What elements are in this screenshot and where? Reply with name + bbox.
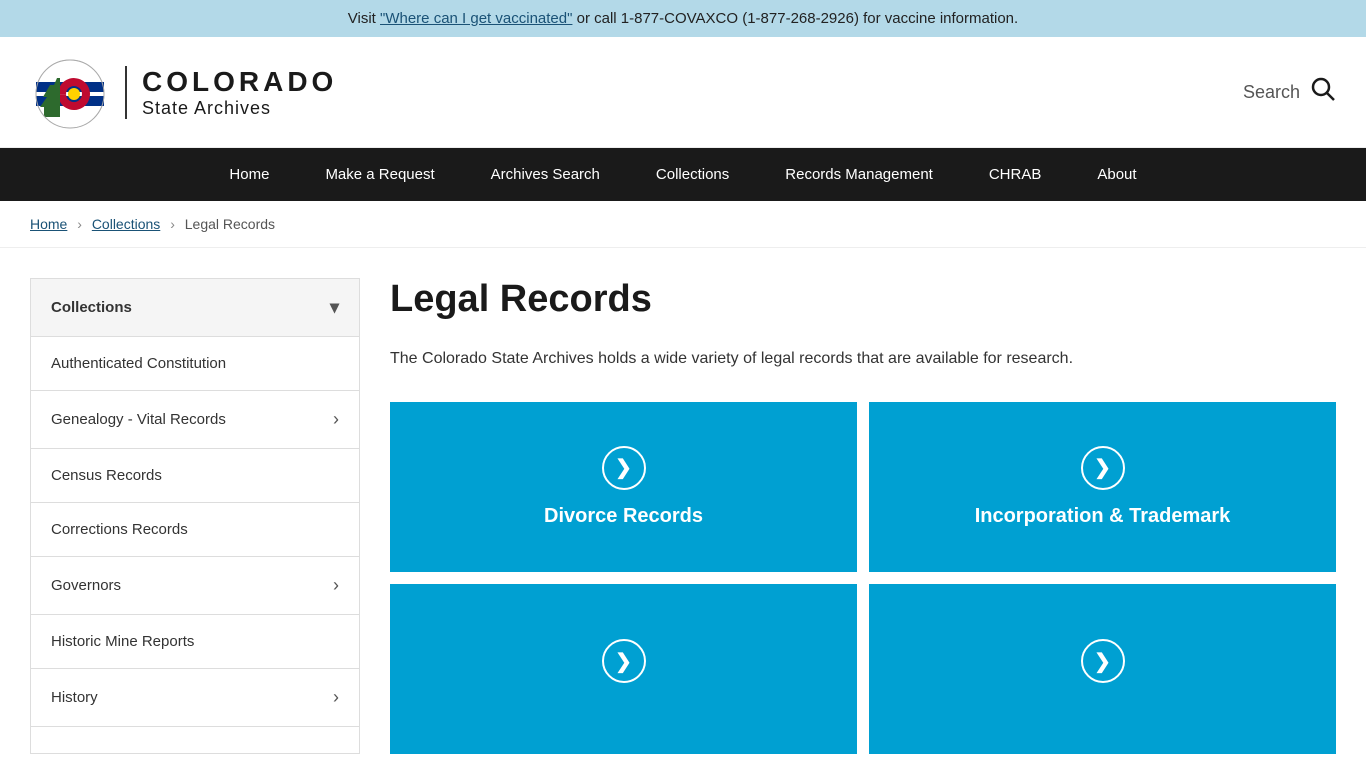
breadcrumb: Home › Collections › Legal Records xyxy=(0,201,1366,248)
cards-grid: ❯ Divorce Records ❯ Incorporation & Trad… xyxy=(390,402,1336,754)
sidebar-item-corrections[interactable]: Corrections Records xyxy=(31,503,359,557)
archives-label: State Archives xyxy=(142,98,337,119)
breadcrumb-current: Legal Records xyxy=(185,216,275,232)
search-label: Search xyxy=(1243,82,1300,103)
banner-text-after: or call 1-877-COVAXCO (1-877-268-2926) f… xyxy=(577,10,1019,27)
card-arrow-divorce: ❯ xyxy=(602,446,646,490)
site-header: COLORADO State Archives Search xyxy=(0,37,1366,148)
breadcrumb-collections[interactable]: Collections xyxy=(92,216,160,232)
sidebar-link-census[interactable]: Census Records xyxy=(31,449,359,502)
main-navigation: Home Make a Request Archives Search Coll… xyxy=(0,148,1366,201)
sidebar-link-authenticated-constitution[interactable]: Authenticated Constitution xyxy=(31,337,359,390)
breadcrumb-separator-2: › xyxy=(170,216,175,232)
page-title: Legal Records xyxy=(390,278,1336,321)
sidebar-link-genealogy[interactable]: Genealogy - Vital Records › xyxy=(31,391,359,448)
card-arrow-4: ❯ xyxy=(1081,639,1125,683)
card-arrow-3: ❯ xyxy=(602,639,646,683)
sidebar-item-governors[interactable]: Governors › xyxy=(31,557,359,615)
nav-home[interactable]: Home xyxy=(201,148,297,201)
sidebar-history-label: History xyxy=(51,689,98,706)
sidebar-link-mine-reports[interactable]: Historic Mine Reports xyxy=(31,615,359,668)
sidebar-item-authenticated-constitution[interactable]: Authenticated Constitution xyxy=(31,337,359,391)
card-3[interactable]: ❯ xyxy=(390,584,857,754)
chevron-right-icon-history: › xyxy=(333,687,339,708)
card-divorce-records[interactable]: ❯ Divorce Records xyxy=(390,402,857,572)
content-area: Collections ▾ Authenticated Constitution… xyxy=(0,248,1366,784)
sidebar-link-history[interactable]: History › xyxy=(31,669,359,726)
top-banner: Visit "Where can I get vaccinated" or ca… xyxy=(0,0,1366,37)
sidebar-header-label: Collections xyxy=(51,299,132,316)
banner-text-before: Visit xyxy=(348,10,380,27)
card-incorporation[interactable]: ❯ Incorporation & Trademark xyxy=(869,402,1336,572)
sidebar-item-genealogy[interactable]: Genealogy - Vital Records › xyxy=(31,391,359,449)
nav-collections[interactable]: Collections xyxy=(628,148,757,201)
chevron-down-icon: ▾ xyxy=(330,297,339,318)
sidebar-item-census[interactable]: Census Records xyxy=(31,449,359,503)
nav-chrab[interactable]: CHRAB xyxy=(961,148,1070,201)
card-arrow-incorporation: ❯ xyxy=(1081,446,1125,490)
sidebar-item-mine-reports[interactable]: Historic Mine Reports xyxy=(31,615,359,669)
sidebar-item-history[interactable]: History › xyxy=(31,669,359,727)
colorado-logo xyxy=(30,52,110,132)
banner-link[interactable]: "Where can I get vaccinated" xyxy=(380,10,572,27)
sidebar-collections-header[interactable]: Collections ▾ xyxy=(31,279,359,337)
sidebar-genealogy-label: Genealogy - Vital Records xyxy=(51,411,226,428)
breadcrumb-home[interactable]: Home xyxy=(30,216,67,232)
nav-make-request[interactable]: Make a Request xyxy=(297,148,462,201)
logo-area: COLORADO State Archives xyxy=(30,52,337,132)
sidebar-header[interactable]: Collections ▾ xyxy=(31,279,359,336)
logo-text-area: COLORADO State Archives xyxy=(125,66,337,119)
main-content: Legal Records The Colorado State Archive… xyxy=(390,278,1336,754)
search-area: Search xyxy=(1243,76,1336,109)
card-label-incorporation: Incorporation & Trademark xyxy=(975,505,1231,528)
breadcrumb-separator-1: › xyxy=(77,216,82,232)
sidebar-link-governors[interactable]: Governors › xyxy=(31,557,359,614)
sidebar-link-corrections[interactable]: Corrections Records xyxy=(31,503,359,556)
card-label-divorce: Divorce Records xyxy=(544,505,703,528)
nav-about[interactable]: About xyxy=(1069,148,1164,201)
sidebar-governors-label: Governors xyxy=(51,577,121,594)
state-name: COLORADO xyxy=(142,66,337,98)
card-4[interactable]: ❯ xyxy=(869,584,1336,754)
search-button[interactable] xyxy=(1310,76,1336,109)
nav-archives-search[interactable]: Archives Search xyxy=(463,148,628,201)
page-description: The Colorado State Archives holds a wide… xyxy=(390,346,1336,372)
chevron-right-icon-governors: › xyxy=(333,575,339,596)
search-icon xyxy=(1310,76,1336,102)
nav-records-management[interactable]: Records Management xyxy=(757,148,961,201)
sidebar: Collections ▾ Authenticated Constitution… xyxy=(30,278,360,754)
chevron-right-icon: › xyxy=(333,409,339,430)
